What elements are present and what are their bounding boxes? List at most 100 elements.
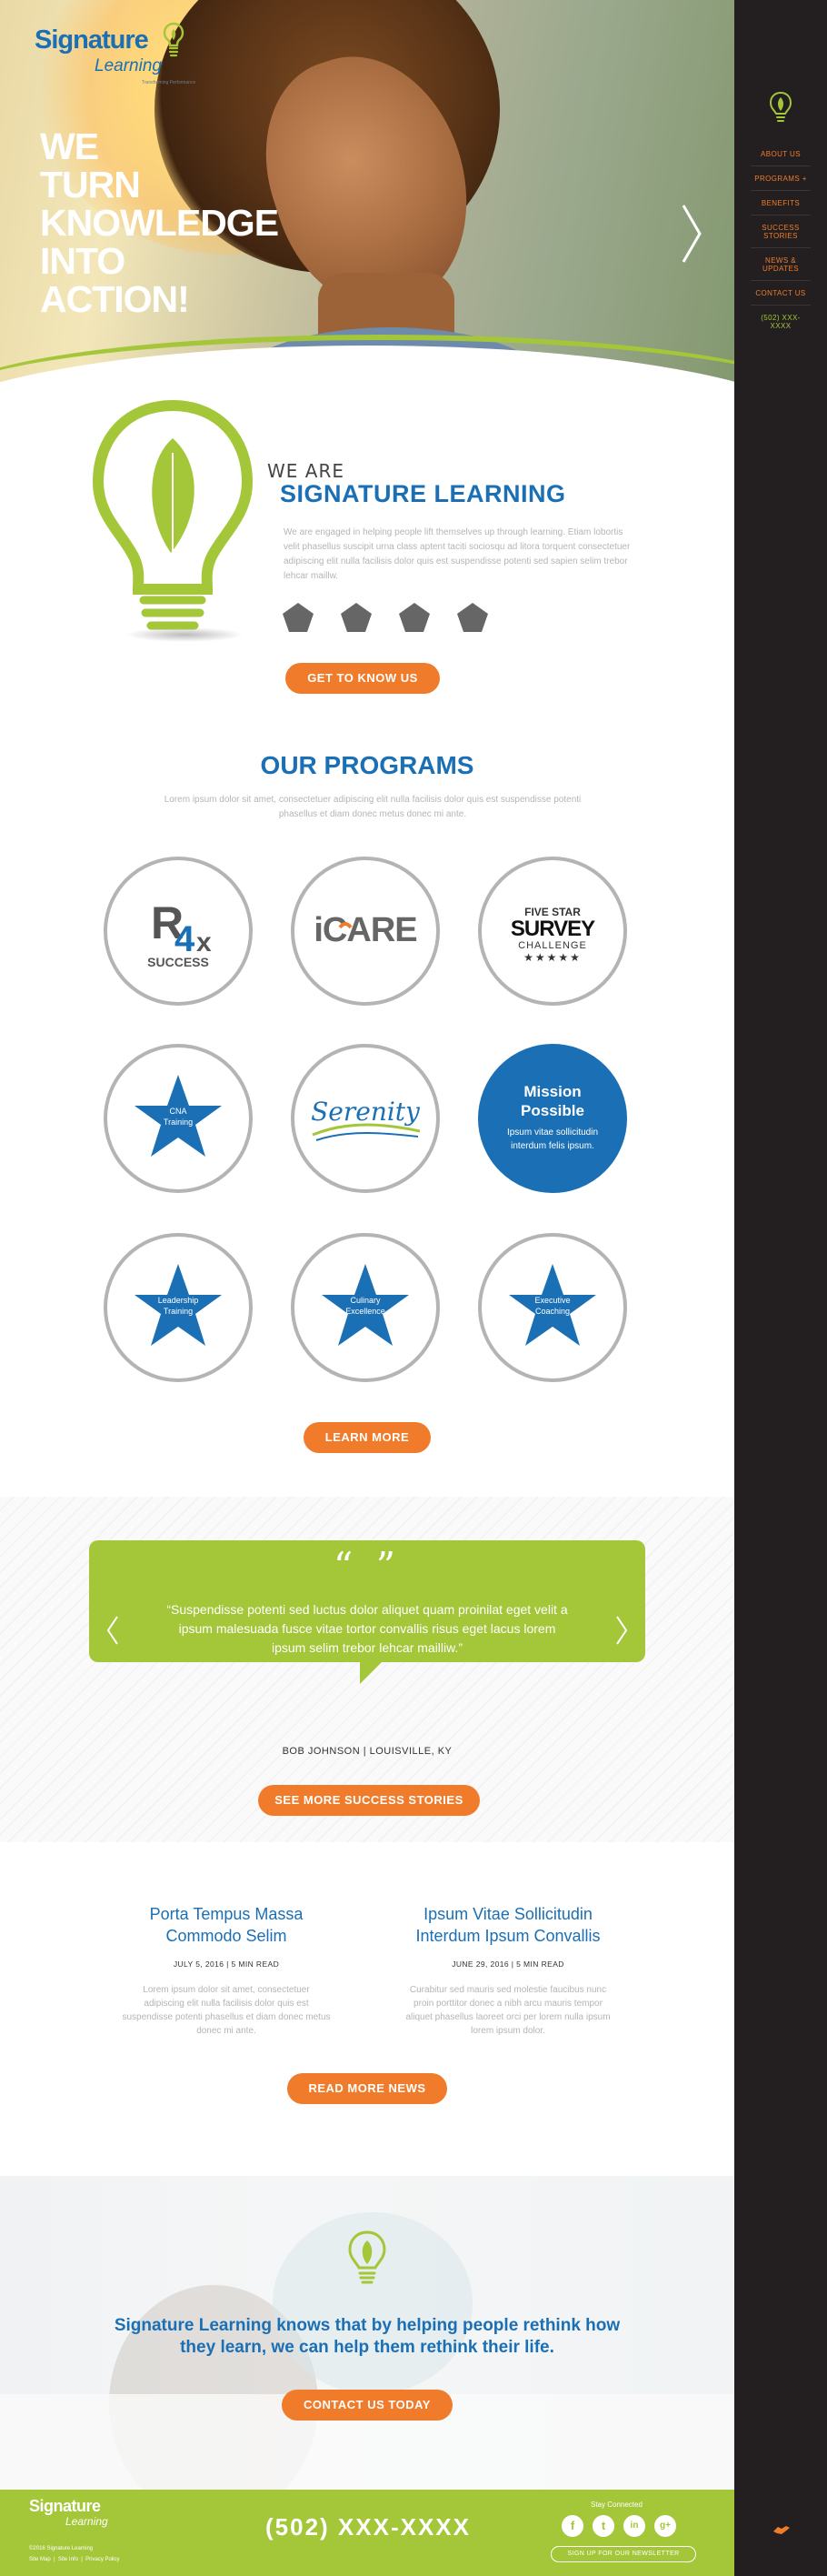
rx4-logo-icon: R 4 x	[151, 897, 212, 959]
logo-tagline: Transforming Performance	[142, 80, 196, 85]
bulb-shadow	[125, 627, 244, 642]
facebook-icon[interactable]: f	[562, 2515, 583, 2537]
quote-icon: “ ”	[333, 1544, 402, 1589]
culinary-label: Culinary Excellence	[345, 1296, 385, 1316]
hero-line-4: INTO	[40, 240, 125, 282]
news-item[interactable]: Ipsum Vitae Sollicitudin Interdum Ipsum …	[404, 1903, 613, 2038]
executive-label: Executive Coaching	[534, 1296, 571, 1316]
footer-links: Site Map | Site Info | Privacy Policy	[29, 2557, 120, 2562]
about-kicker: WE ARE	[267, 460, 344, 482]
testimonial-quote: “Suspendisse potenti sed luctus dolor al…	[166, 1602, 568, 1655]
sidebar-menu: ABOUT US PROGRAMS + BENEFITS SUCCESS STO…	[734, 142, 827, 337]
programs-title: OUR PROGRAMS	[260, 751, 474, 779]
footer-logo-sub: Learning	[65, 2515, 108, 2528]
hero-banner: Signature Learning Transforming Performa…	[0, 0, 734, 405]
rx4-success-label: SUCCESS	[147, 955, 209, 969]
linkedin-icon[interactable]: in	[623, 2515, 645, 2537]
logo-sub-text: Learning	[95, 56, 162, 75]
hero-line-2: TURN	[40, 164, 141, 205]
fivestar-stars: ★★★★★	[523, 951, 582, 964]
testimonial-bubble: “ ” “Suspendisse potenti sed luctus dolo…	[89, 1540, 645, 1662]
about-text: We are engaged in helping people lift th…	[284, 527, 631, 581]
footer-link-privacy[interactable]: Privacy Policy	[85, 2557, 119, 2562]
get-to-know-us-button[interactable]: GET TO KNOW US	[285, 663, 440, 694]
footer-phone[interactable]: (502) XXX-XXXX	[265, 2513, 471, 2541]
program-executive-coaching[interactable]: Executive Coaching	[478, 1233, 627, 1382]
see-more-success-stories-button[interactable]: SEE MORE SUCCESS STORIES	[258, 1785, 480, 1816]
footer-link-sitemap[interactable]: Site Map	[29, 2557, 51, 2562]
sidebar-item-news-updates[interactable]: NEWS & UPDATES	[751, 248, 811, 281]
learn-more-button[interactable]: LEARN MORE	[304, 1422, 431, 1453]
news-excerpt: Lorem ipsum dolor sit amet, consectetuer…	[122, 1985, 331, 2036]
contact-us-today-button[interactable]: CONTACT US TODAY	[282, 2390, 453, 2421]
program-icare[interactable]: iCARE	[291, 857, 440, 1006]
social-links: f t in g+	[562, 2515, 689, 2539]
pentagon-icon[interactable]	[456, 602, 489, 633]
pentagon-row	[282, 602, 500, 635]
program-cna-training[interactable]: CNA Training	[104, 1044, 253, 1193]
news-title[interactable]: Porta Tempus Massa Commodo Selim	[122, 1903, 331, 1947]
sidebar-item-benefits[interactable]: BENEFITS	[751, 191, 811, 216]
sidebar-nav: ABOUT US PROGRAMS + BENEFITS SUCCESS STO…	[734, 0, 827, 2576]
program-rx4success[interactable]: R 4 x SUCCESS	[104, 857, 253, 1006]
stay-connected-label: Stay Connected	[591, 2501, 643, 2509]
pentagon-icon[interactable]	[282, 602, 314, 633]
page: Signature Learning Transforming Performa…	[0, 0, 734, 2576]
program-five-star-survey[interactable]: FIVE STAR SURVEY CHALLENGE ★★★★★	[478, 857, 627, 1006]
pentagon-icon[interactable]	[340, 602, 373, 633]
bubble-tail	[360, 1660, 384, 1684]
program-leadership-training[interactable]: Leadership Training	[104, 1233, 253, 1382]
sidebar-item-success-stories[interactable]: SUCCESS STORIES	[751, 216, 811, 248]
newsletter-signup-button[interactable]: SIGN UP FOR OUR NEWSLETTER	[551, 2546, 696, 2562]
fivestar-line2: SURVEY	[510, 917, 595, 941]
news-meta: JUNE 29, 2016 | 5 MIN READ	[452, 1960, 564, 1969]
news-excerpt: Curabitur sed mauris sed molestie faucib…	[405, 1985, 611, 2036]
chevron-right-icon[interactable]	[614, 1615, 629, 1646]
leadership-label: Leadership Training	[157, 1296, 199, 1316]
footer-logo[interactable]: Signature Learning	[29, 2497, 129, 2533]
program-serenity[interactable]: Serenity	[291, 1044, 440, 1193]
programs-subtitle: Lorem ipsum dolor sit amet, consectetuer…	[164, 795, 582, 819]
sidebar-item-contact-us[interactable]: CONTACT US	[751, 281, 811, 306]
chevron-left-icon[interactable]	[105, 1615, 120, 1646]
footer-logo-main: Signature	[29, 2497, 101, 2515]
about-title: SIGNATURE LEARNING	[280, 480, 566, 507]
svg-text:4: 4	[174, 919, 195, 959]
mission-title: Mission Possible	[521, 1083, 584, 1119]
logo-main-text: Signature	[35, 25, 149, 55]
program-mission-possible[interactable]: Mission Possible Ipsum vitae sollicitudin…	[478, 1044, 627, 1193]
pentagon-icon[interactable]	[398, 602, 431, 633]
hero-line-5: ACTION!	[40, 278, 190, 320]
sidebar-item-about-us[interactable]: ABOUT US	[751, 142, 811, 166]
cna-label: CNA Training	[163, 1107, 194, 1127]
sidebar-phone[interactable]: (502) XXX-XXXX	[751, 306, 811, 337]
program-culinary-excellence[interactable]: Culinary Excellence	[291, 1233, 440, 1382]
footer-link-siteinfo[interactable]: Site Info	[58, 2557, 78, 2562]
twitter-icon[interactable]: t	[593, 2515, 614, 2537]
news-meta: JULY 5, 2016 | 5 MIN READ	[173, 1960, 280, 1969]
google-plus-icon[interactable]: g+	[654, 2515, 676, 2537]
footer-copyright: ©2016 Signature Learning	[29, 2546, 94, 2551]
chevron-right-icon[interactable]	[678, 202, 705, 266]
news-item[interactable]: Porta Tempus Massa Commodo Selim JULY 5,…	[122, 1903, 331, 2038]
svg-text:x: x	[196, 927, 212, 957]
testimonial-author: BOB JOHNSON | LOUISVILLE, KY	[282, 1746, 453, 1757]
lightbulb-icon	[348, 2230, 386, 2284]
hero-line-1: WE	[40, 125, 99, 167]
cta-text: Signature Learning knows that by helping…	[114, 2316, 621, 2357]
icare-heart-icon	[338, 922, 353, 929]
site-logo[interactable]: Signature Learning Transforming Performa…	[35, 22, 198, 89]
logo-bulb-icon	[163, 22, 184, 57]
hero-headline: WE TURN KNOWLEDGE INTO ACTION!	[40, 125, 279, 320]
hero-line-3: KNOWLEDGE	[40, 202, 279, 244]
news-title[interactable]: Ipsum Vitae Sollicitudin Interdum Ipsum …	[404, 1903, 613, 1947]
hero-swoosh-line	[0, 335, 734, 405]
fox-icon[interactable]	[772, 2524, 791, 2535]
read-more-news-button[interactable]: READ MORE NEWS	[287, 2073, 447, 2104]
lightbulb-leaf-icon	[92, 399, 254, 630]
mission-text: Ipsum vitae sollicitudin interdum felis …	[506, 1128, 599, 1151]
lightbulb-icon[interactable]	[769, 91, 792, 124]
fivestar-line3: CHALLENGE	[518, 940, 587, 951]
sidebar-item-programs[interactable]: PROGRAMS +	[751, 166, 811, 191]
serenity-wave-icon	[312, 1123, 421, 1141]
